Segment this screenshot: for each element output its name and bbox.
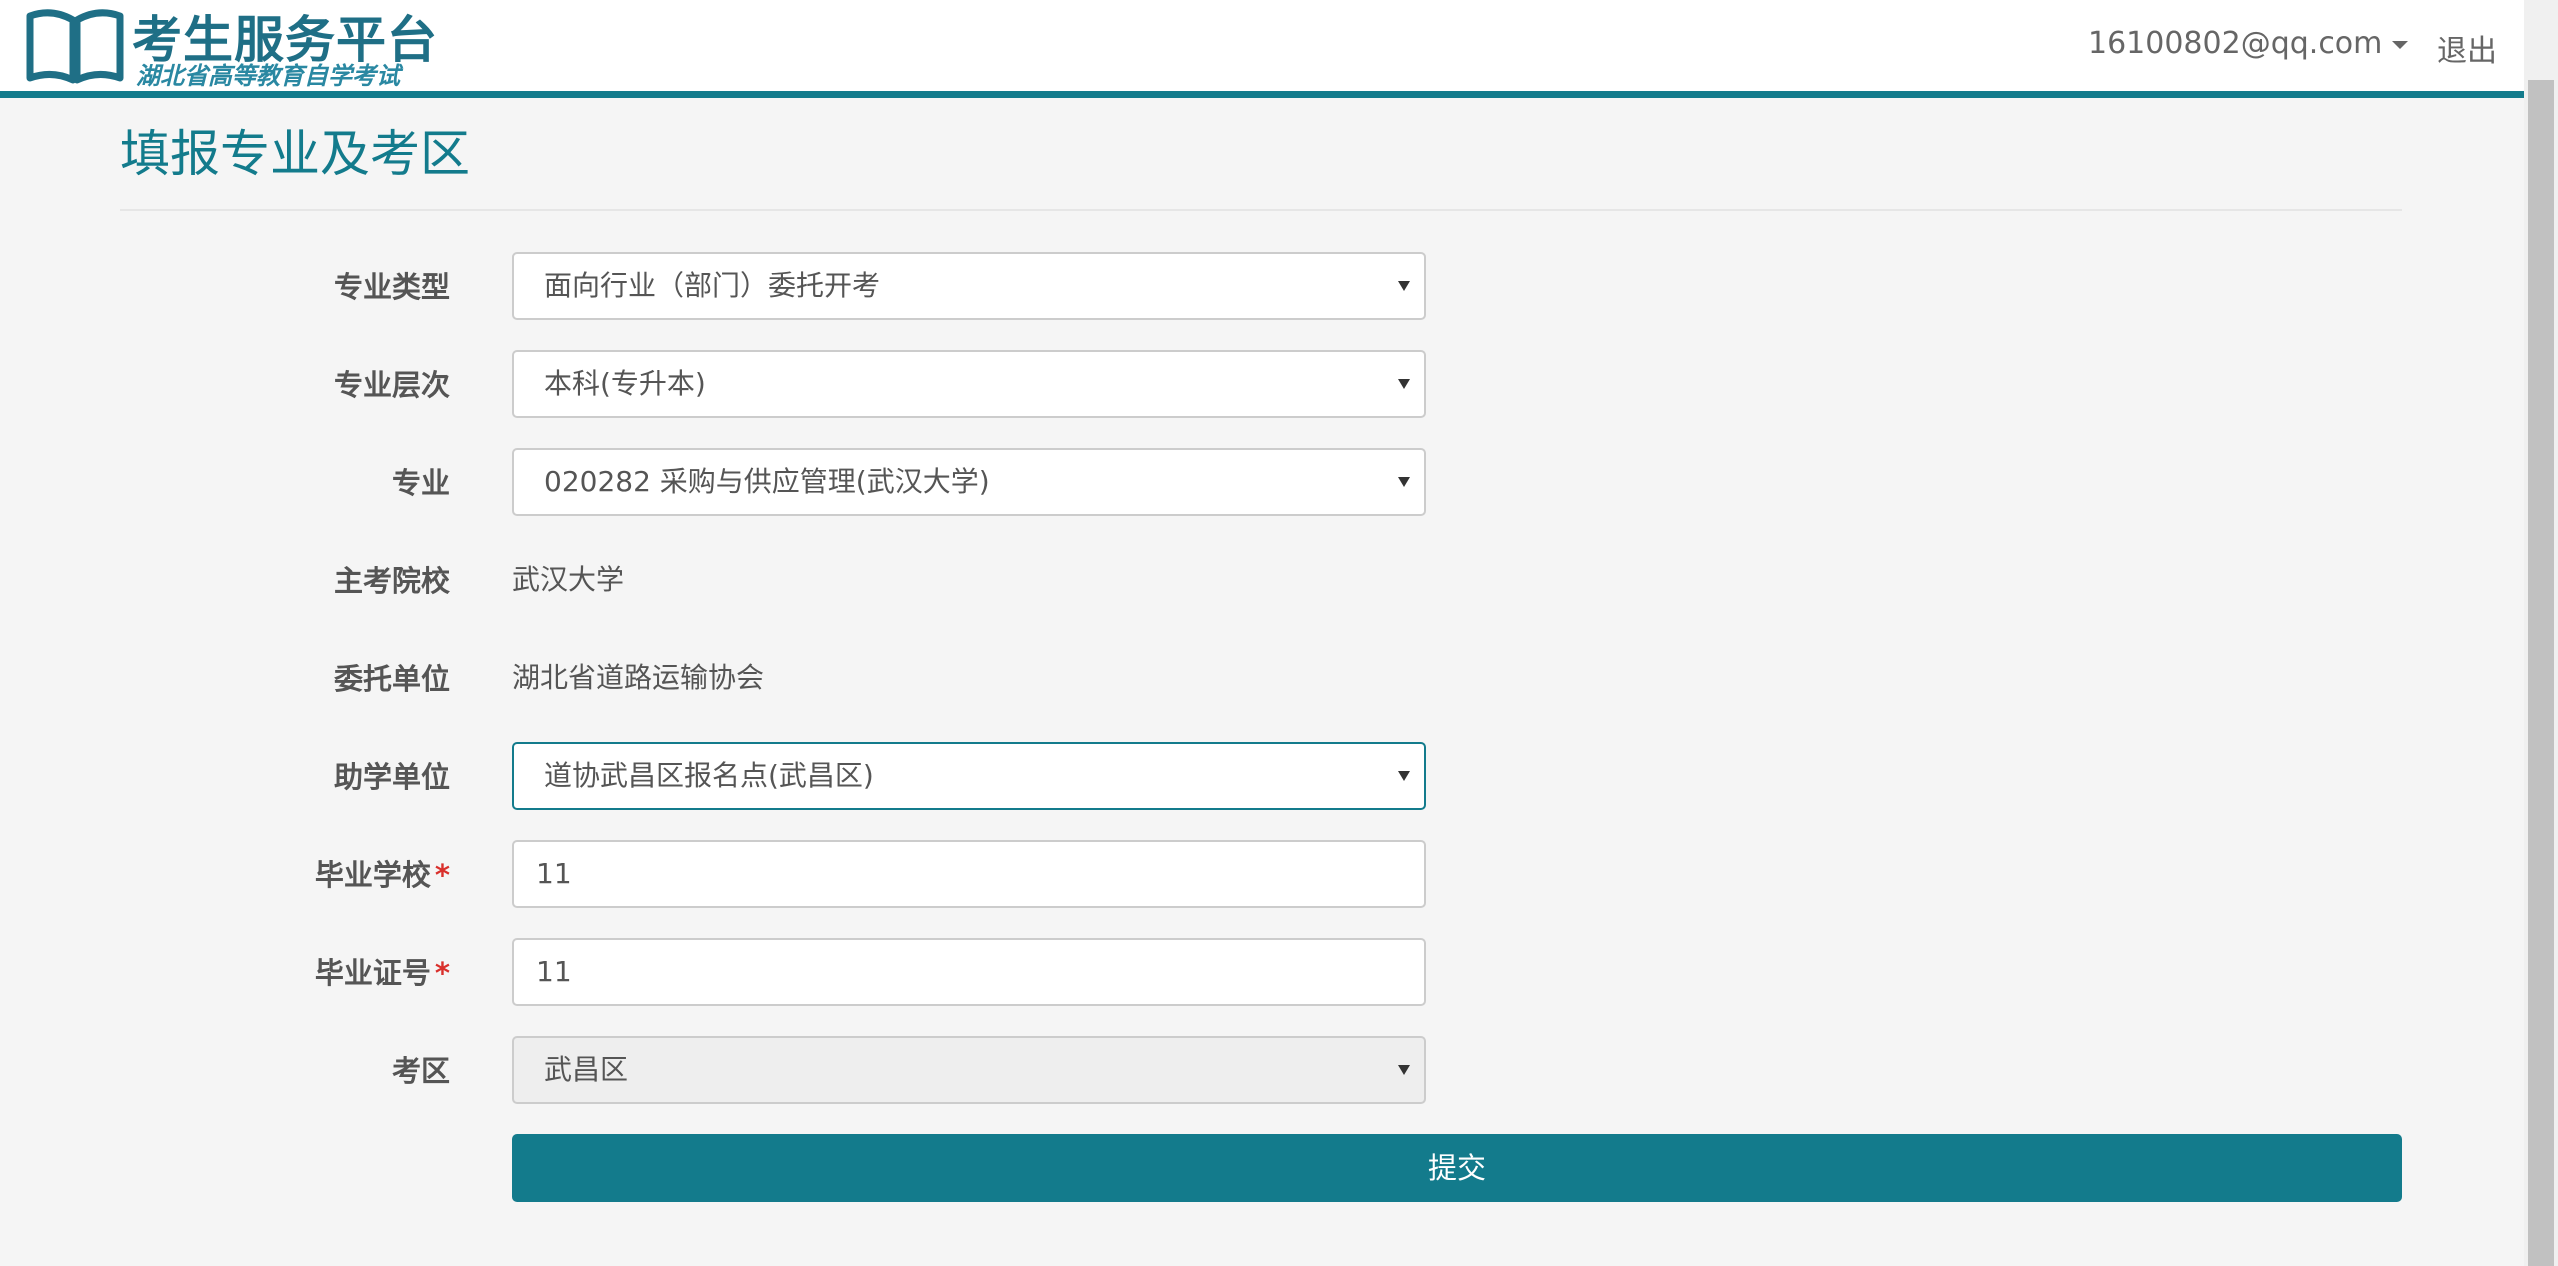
major-type-select[interactable]: 面向行业（部门）委托开考 bbox=[512, 252, 1426, 320]
scrollbar-thumb[interactable] bbox=[2528, 80, 2554, 1266]
required-mark: * bbox=[434, 858, 450, 892]
dropdown-arrow-icon bbox=[1398, 771, 1410, 781]
major-type-label: 专业类型 bbox=[333, 270, 450, 304]
top-header: 考生服务平台 湖北省高等教育自学考试 16100802@qq.com 退出 bbox=[0, 0, 2524, 98]
major-label: 专业 bbox=[391, 466, 450, 500]
major-level-label: 专业层次 bbox=[333, 368, 450, 402]
user-email: 16100802@qq.com bbox=[2088, 26, 2383, 61]
diploma-number-input[interactable]: 11 bbox=[512, 938, 1426, 1006]
major-type-value: 面向行业（部门）委托开考 bbox=[544, 269, 881, 302]
major-level-select[interactable]: 本科(专升本) bbox=[512, 350, 1426, 418]
host-school-value: 武汉大学 bbox=[512, 563, 625, 596]
graduate-school-input-value: 11 bbox=[536, 857, 572, 890]
major-select[interactable]: 020282 采购与供应管理(武汉大学) bbox=[512, 448, 1426, 516]
dropdown-arrow-icon bbox=[1398, 477, 1410, 487]
assisting-unit-label: 助学单位 bbox=[333, 760, 450, 794]
exam-area-label: 考区 bbox=[391, 1054, 450, 1088]
diploma-number-label: 毕业证号 * bbox=[120, 950, 450, 992]
host-school-label: 主考院校 bbox=[333, 564, 450, 598]
page-title: 填报专业及考区 bbox=[120, 125, 470, 183]
graduate-school-label: 毕业学校 * bbox=[120, 852, 450, 894]
exam-area-value: 武昌区 bbox=[544, 1053, 629, 1086]
dropdown-arrow-icon bbox=[1398, 1065, 1410, 1075]
diploma-number-label-text: 毕业证号 bbox=[314, 956, 431, 990]
major-level-value: 本科(专升本) bbox=[544, 367, 706, 400]
page-scrollbar[interactable] bbox=[2524, 0, 2558, 1266]
exam-area-select[interactable]: 武昌区 bbox=[512, 1036, 1426, 1104]
required-mark: * bbox=[434, 956, 450, 990]
logout-link[interactable]: 退出 bbox=[2437, 26, 2497, 70]
diploma-number-input-value: 11 bbox=[536, 955, 572, 988]
dropdown-arrow-icon bbox=[1398, 379, 1410, 389]
entrusting-unit-label: 委托单位 bbox=[333, 662, 450, 696]
submit-button[interactable]: 提交 bbox=[512, 1134, 2402, 1202]
platform-logo[interactable]: 考生服务平台 湖北省高等教育自学考试 bbox=[26, 0, 437, 92]
dropdown-arrow-icon bbox=[1398, 281, 1410, 291]
major-value: 020282 采购与供应管理(武汉大学) bbox=[544, 465, 990, 498]
logo-subtitle: 湖北省高等教育自学考试 bbox=[136, 62, 400, 90]
graduate-school-input[interactable]: 11 bbox=[512, 840, 1426, 908]
assisting-unit-value: 道协武昌区报名点(武昌区) bbox=[544, 759, 874, 792]
assisting-unit-select[interactable]: 道协武昌区报名点(武昌区) bbox=[512, 742, 1426, 810]
graduate-school-label-text: 毕业学校 bbox=[314, 858, 431, 892]
entrusting-unit-value: 湖北省道路运输协会 bbox=[512, 661, 765, 694]
caret-down-icon bbox=[2392, 40, 2409, 49]
open-book-icon bbox=[26, 9, 124, 84]
user-account-dropdown[interactable]: 16100802@qq.com bbox=[2088, 26, 2409, 61]
title-divider bbox=[120, 209, 2402, 211]
